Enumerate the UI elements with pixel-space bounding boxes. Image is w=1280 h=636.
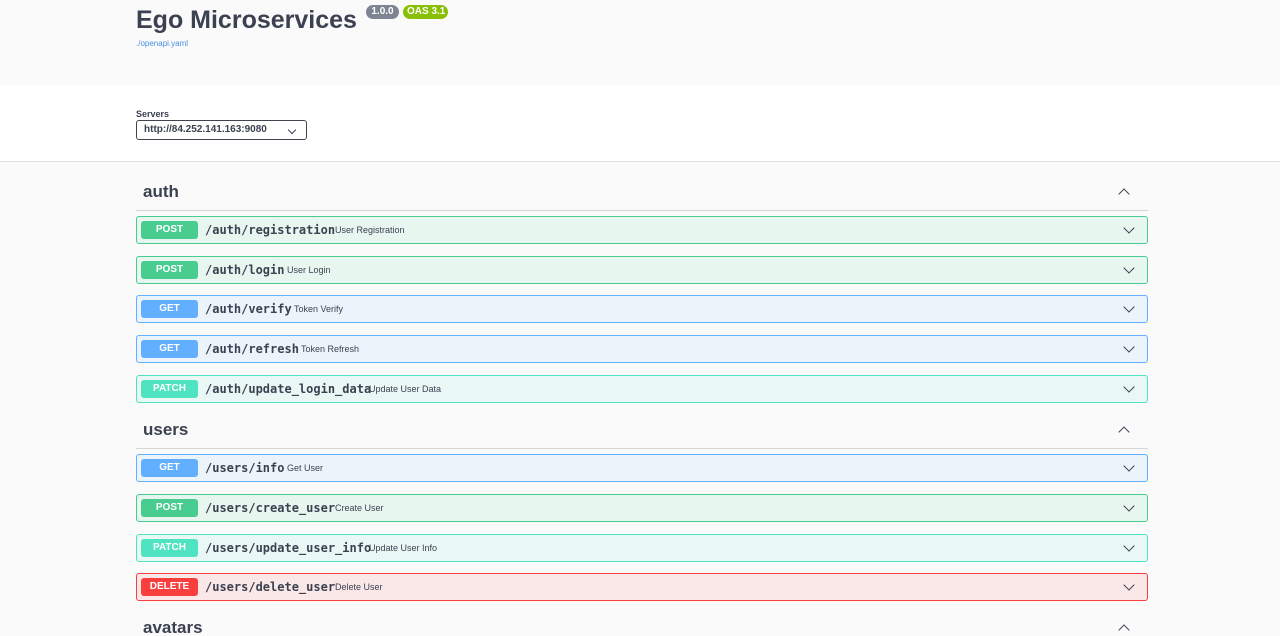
chevron-down-icon — [287, 125, 297, 135]
tag-avatars[interactable]: avatars — [136, 609, 1148, 636]
operation-get-users-info[interactable]: GET /users/info Get User — [136, 454, 1148, 482]
chevron-down-icon[interactable] — [1123, 222, 1135, 234]
operation-summary: Token Refresh — [301, 344, 360, 354]
tag-title: avatars — [143, 618, 203, 636]
operation-path: /users/update_user_info — [205, 541, 372, 555]
method-badge: PATCH — [141, 539, 198, 557]
servers-section: Servers http://84.252.141.163:9080 — [0, 85, 1280, 162]
chevron-down-icon[interactable] — [1123, 262, 1135, 274]
operation-path: /users/delete_user — [205, 580, 336, 594]
operation-path: /auth/registration — [205, 223, 336, 237]
method-badge: PATCH — [141, 380, 198, 398]
chevron-up-icon[interactable] — [1118, 188, 1130, 200]
spec-link[interactable]: ./openapi.yaml — [136, 39, 188, 48]
servers-selected-value: http://84.252.141.163:9080 — [144, 124, 267, 135]
operation-delete-users-delete-user[interactable]: DELETE /users/delete_user Delete User — [136, 573, 1148, 601]
operation-get-auth-refresh[interactable]: GET /auth/refresh Token Refresh — [136, 335, 1148, 363]
chevron-down-icon[interactable] — [1123, 579, 1135, 591]
method-badge: GET — [141, 459, 198, 477]
chevron-up-icon[interactable] — [1118, 426, 1130, 438]
operation-summary: Update User Info — [369, 543, 438, 553]
tag-users[interactable]: users — [136, 411, 1148, 449]
method-badge: POST — [141, 499, 198, 517]
api-title: Ego Microservices — [136, 6, 357, 34]
operation-patch-users-update-user-info[interactable]: PATCH /users/update_user_info Update Use… — [136, 534, 1148, 562]
operation-path: /users/info — [205, 461, 285, 475]
operation-path: /auth/verify — [205, 302, 292, 316]
chevron-down-icon[interactable] — [1123, 381, 1135, 393]
chevron-down-icon[interactable] — [1123, 500, 1135, 512]
method-badge: DELETE — [141, 578, 198, 596]
method-badge: GET — [141, 340, 198, 358]
method-badge: POST — [141, 261, 198, 279]
operation-summary: Update User Data — [369, 384, 442, 394]
operation-summary: Token Verify — [294, 304, 344, 314]
tag-title: auth — [143, 182, 179, 201]
operation-summary: User Registration — [335, 225, 405, 235]
chevron-down-icon[interactable] — [1123, 301, 1135, 313]
tag-title: users — [143, 420, 189, 439]
operation-path: /auth/login — [205, 263, 285, 277]
operation-summary: User Login — [287, 265, 331, 275]
method-badge: POST — [141, 221, 198, 239]
operation-post-users-create-user[interactable]: POST /users/create_user Create User — [136, 494, 1148, 522]
operation-patch-auth-update-login-data[interactable]: PATCH /auth/update_login_data Update Use… — [136, 375, 1148, 403]
operation-summary: Get User — [287, 463, 324, 473]
operation-path: /auth/update_login_data — [205, 382, 372, 396]
oas-badge: OAS 3.1 — [403, 5, 448, 19]
version-badge: 1.0.0 — [366, 5, 399, 19]
chevron-up-icon[interactable] — [1118, 624, 1130, 636]
chevron-down-icon[interactable] — [1123, 341, 1135, 353]
tag-auth[interactable]: auth — [136, 173, 1148, 211]
operation-path: /users/create_user — [205, 501, 336, 515]
operation-path: /auth/refresh — [205, 342, 299, 356]
servers-select[interactable]: http://84.252.141.163:9080 — [136, 120, 307, 140]
servers-label: Servers — [136, 109, 170, 119]
api-info: Ego Microservices 1.0.0 OAS 3.1 ./openap… — [0, 0, 1280, 85]
operation-summary: Create User — [335, 503, 384, 513]
chevron-down-icon[interactable] — [1123, 460, 1135, 472]
operation-post-auth-registration[interactable]: POST /auth/registration User Registratio… — [136, 216, 1148, 244]
operation-post-auth-login[interactable]: POST /auth/login User Login — [136, 256, 1148, 284]
operation-get-auth-verify[interactable]: GET /auth/verify Token Verify — [136, 295, 1148, 323]
chevron-down-icon[interactable] — [1123, 540, 1135, 552]
operation-summary: Delete User — [335, 582, 383, 592]
method-badge: GET — [141, 300, 198, 318]
